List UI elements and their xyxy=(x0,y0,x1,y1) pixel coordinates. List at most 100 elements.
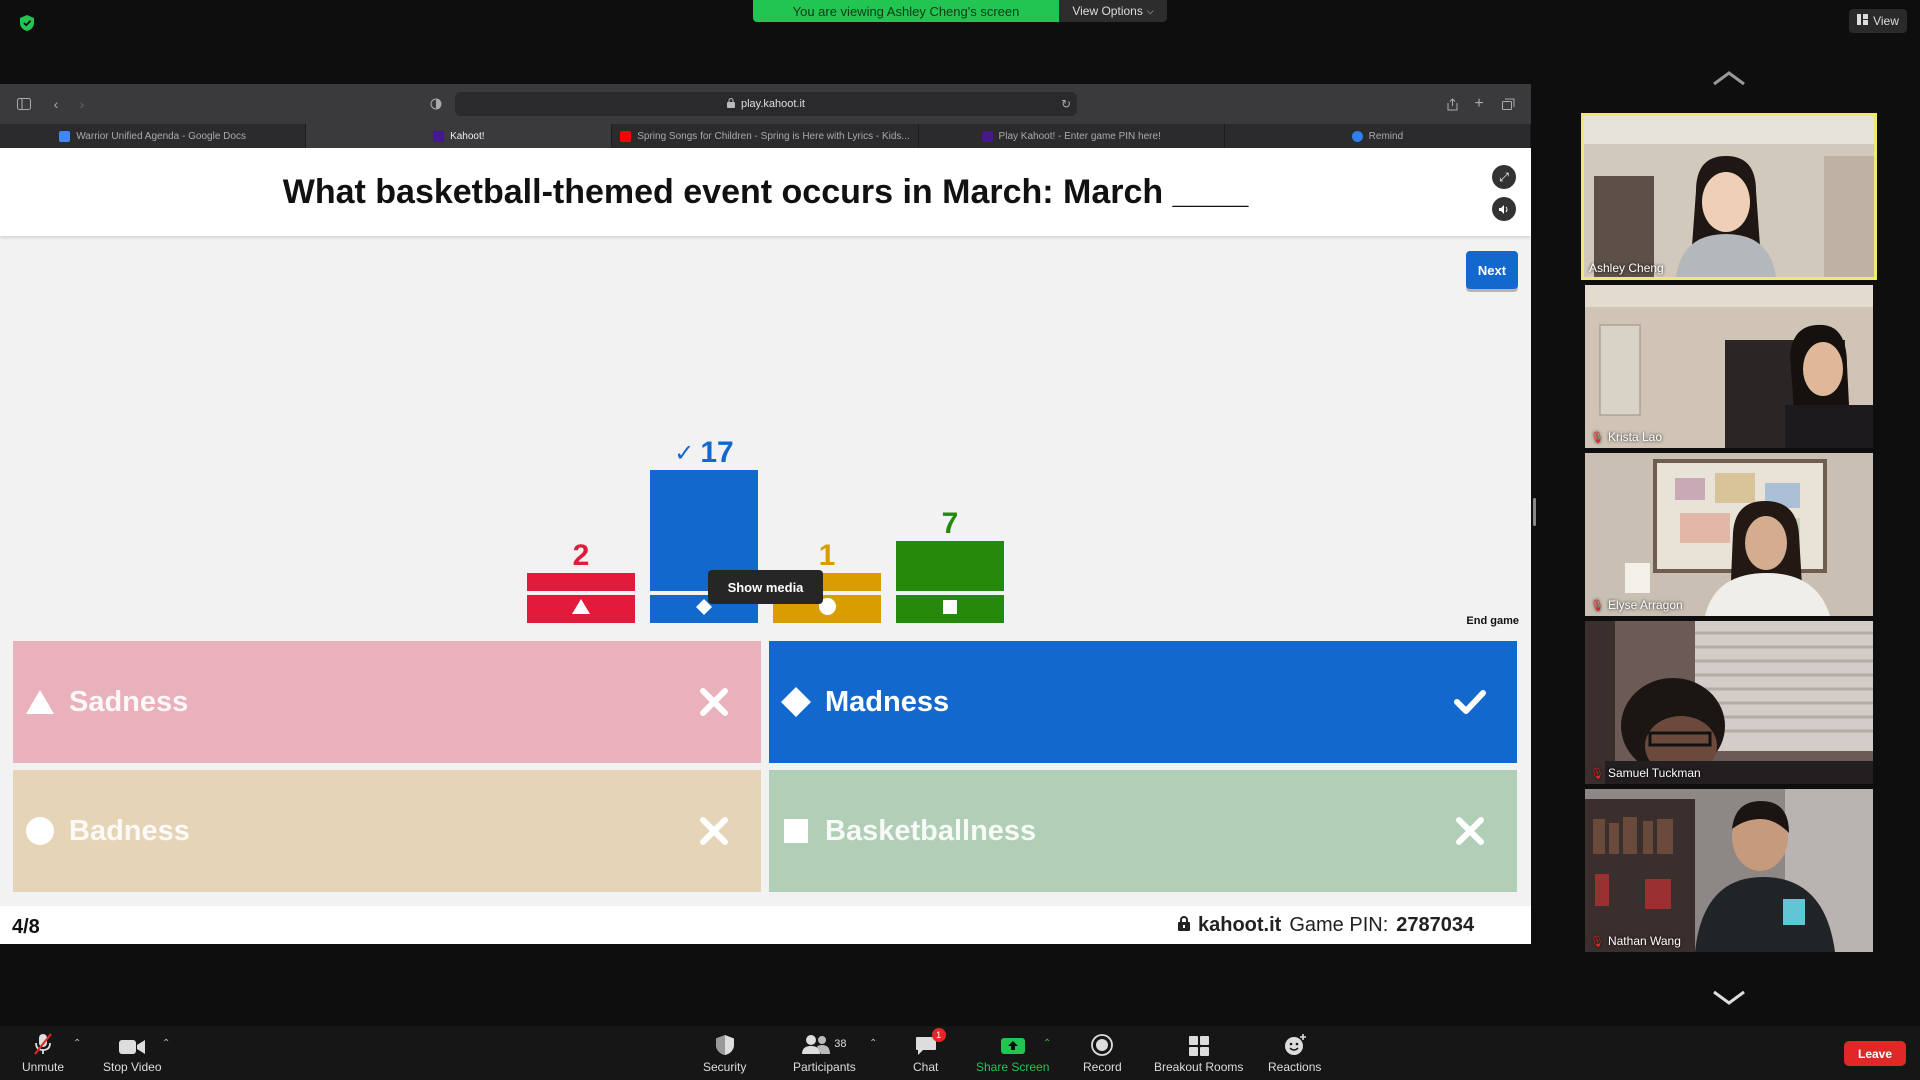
show-media-button[interactable]: Show media xyxy=(708,570,823,604)
audio-options-chevron-icon[interactable]: ⌃ xyxy=(73,1038,81,1049)
triangle-icon xyxy=(25,687,55,717)
incorrect-x-icon xyxy=(697,685,731,719)
share-screen-icon xyxy=(1000,1032,1025,1056)
shared-browser-window: ‹ › play.kahoot.it ↻ + Warrior Unified A… xyxy=(0,84,1531,944)
chat-button[interactable]: 1 Chat xyxy=(913,1028,946,1074)
muted-mic-icon: 🎙 xyxy=(1590,431,1604,444)
result-bar-base xyxy=(896,595,1004,623)
reactions-button[interactable]: Reactions xyxy=(1268,1032,1321,1074)
tab-overview-icon[interactable] xyxy=(1496,92,1520,116)
participants-options-chevron-icon[interactable]: ⌃ xyxy=(869,1038,877,1049)
answer-label: Madness xyxy=(825,685,950,718)
square-icon xyxy=(781,816,811,846)
participant-name: 🎙 Krista Lao xyxy=(1590,430,1662,444)
lock-icon xyxy=(726,97,735,111)
unmute-button[interactable]: Unmute xyxy=(22,1032,64,1074)
participant-name: 🎙 Samuel Tuckman xyxy=(1590,766,1701,780)
answer-madness[interactable]: Madness xyxy=(769,641,1517,763)
answer-label: Basketballness xyxy=(825,814,1037,847)
video-tile-ashley[interactable]: Ashley Cheng xyxy=(1581,113,1877,280)
reactions-label: Reactions xyxy=(1268,1060,1322,1074)
fullscreen-icon[interactable]: ⤢ xyxy=(1492,165,1516,189)
share-icon[interactable] xyxy=(1440,92,1464,116)
tab-kahoot-pin[interactable]: Play Kahoot! - Enter game PIN here! xyxy=(919,124,1225,148)
security-shield-icon xyxy=(715,1032,735,1056)
muted-mic-icon: 🎙 xyxy=(1590,767,1604,780)
breakout-rooms-button[interactable]: Breakout Rooms xyxy=(1154,1032,1243,1074)
kahoot-favicon-icon xyxy=(981,130,993,142)
security-button[interactable]: Security xyxy=(703,1032,746,1074)
view-options-label: View Options xyxy=(1072,4,1143,18)
video-options-chevron-icon[interactable]: ⌃ xyxy=(162,1038,170,1049)
tab-label: Kahoot! xyxy=(450,130,485,142)
video-tile-samuel[interactable]: 🎙 Samuel Tuckman xyxy=(1585,621,1873,784)
viewing-screen-banner: You are viewing Ashley Cheng's screen xyxy=(753,0,1059,22)
volume-icon[interactable] xyxy=(1492,197,1516,221)
incorrect-x-icon xyxy=(697,814,731,848)
scroll-down-icon[interactable] xyxy=(1712,990,1746,1006)
record-label: Record xyxy=(1083,1060,1122,1074)
chevron-down-icon: ⌵ xyxy=(1146,5,1154,16)
tab-youtube[interactable]: Spring Songs for Children - Spring is He… xyxy=(612,124,919,148)
participant-name: 🎙 Elyse Arragon xyxy=(1590,598,1683,612)
game-pin: 2787034 xyxy=(1396,914,1475,936)
video-feed-image xyxy=(1584,116,1874,277)
answer-sadness[interactable]: Sadness xyxy=(13,641,761,763)
leave-meeting-button[interactable]: Leave xyxy=(1844,1041,1906,1066)
tab-label: Play Kahoot! - Enter game PIN here! xyxy=(998,130,1161,142)
share-screen-label: Share Screen xyxy=(976,1060,1050,1074)
video-tile-elyse[interactable]: 🎙 Elyse Arragon xyxy=(1585,453,1873,616)
answer-label: Badness xyxy=(69,814,190,847)
result-bar-square: 7 xyxy=(896,507,1004,623)
record-icon xyxy=(1091,1032,1114,1056)
back-icon[interactable]: ‹ xyxy=(44,92,68,116)
new-tab-icon[interactable]: + xyxy=(1467,92,1491,116)
question-text: What basketball-themed event occurs in M… xyxy=(282,172,1249,211)
url-text: play.kahoot.it xyxy=(740,98,805,110)
tab-label: Spring Songs for Children - Spring is He… xyxy=(637,130,910,142)
result-bar-base xyxy=(527,595,635,623)
tab-kahoot[interactable]: Kahoot! xyxy=(306,124,613,148)
lock-icon xyxy=(1178,914,1190,937)
muted-mic-icon: 🎙 xyxy=(1590,935,1604,948)
panel-resize-handle[interactable] xyxy=(1533,498,1536,526)
reload-icon[interactable]: ↻ xyxy=(1054,92,1078,116)
encryption-shield-icon[interactable] xyxy=(18,14,36,32)
stop-video-button[interactable]: Stop Video xyxy=(103,1032,162,1074)
scroll-up-icon[interactable] xyxy=(1712,70,1746,86)
muted-mic-icon xyxy=(32,1032,54,1056)
answer-badness[interactable]: Badness xyxy=(13,770,761,892)
share-options-chevron-icon[interactable]: ⌃ xyxy=(1043,1038,1051,1049)
grid-view-icon xyxy=(1857,14,1869,28)
meeting-controls-bar xyxy=(0,1026,1920,1080)
tab-remind[interactable]: Remind xyxy=(1225,124,1531,148)
google-docs-favicon-icon xyxy=(59,130,71,142)
privacy-shield-icon[interactable] xyxy=(424,92,448,116)
tab-google-docs[interactable]: Warrior Unified Agenda - Google Docs xyxy=(0,124,307,148)
share-screen-button[interactable]: Share Screen xyxy=(976,1032,1049,1074)
result-bar-triangle: 2 xyxy=(527,539,635,623)
chat-unread-badge: 1 xyxy=(931,1028,946,1042)
video-tile-nathan[interactable]: 🎙 Nathan Wang xyxy=(1585,789,1873,952)
video-tile-krista[interactable]: 🎙 Krista Lao xyxy=(1585,285,1873,448)
chat-bubble-icon: 1 xyxy=(915,1028,946,1056)
smiley-plus-icon xyxy=(1283,1032,1307,1056)
answer-basketballness[interactable]: Basketballness xyxy=(769,770,1517,892)
remind-favicon-icon xyxy=(1351,130,1363,142)
breakout-rooms-label: Breakout Rooms xyxy=(1154,1060,1244,1074)
record-button[interactable]: Record xyxy=(1083,1032,1122,1074)
triangle-icon xyxy=(572,599,590,619)
video-feed-image xyxy=(1585,453,1873,616)
circle-icon xyxy=(25,816,55,846)
view-layout-button[interactable]: View xyxy=(1849,9,1907,33)
correct-check-icon xyxy=(1453,685,1487,719)
next-button[interactable]: Next xyxy=(1466,251,1518,289)
forward-icon[interactable]: › xyxy=(70,92,94,116)
end-game-button[interactable]: End game xyxy=(1455,615,1519,627)
security-label: Security xyxy=(703,1060,747,1074)
result-count: 1 xyxy=(818,539,836,572)
view-options-button[interactable]: View Options ⌵ xyxy=(1059,0,1167,22)
address-bar[interactable]: play.kahoot.it xyxy=(455,92,1077,116)
participants-button[interactable]: 38 Participants xyxy=(793,1032,856,1074)
sidebar-toggle-icon[interactable] xyxy=(12,92,36,116)
